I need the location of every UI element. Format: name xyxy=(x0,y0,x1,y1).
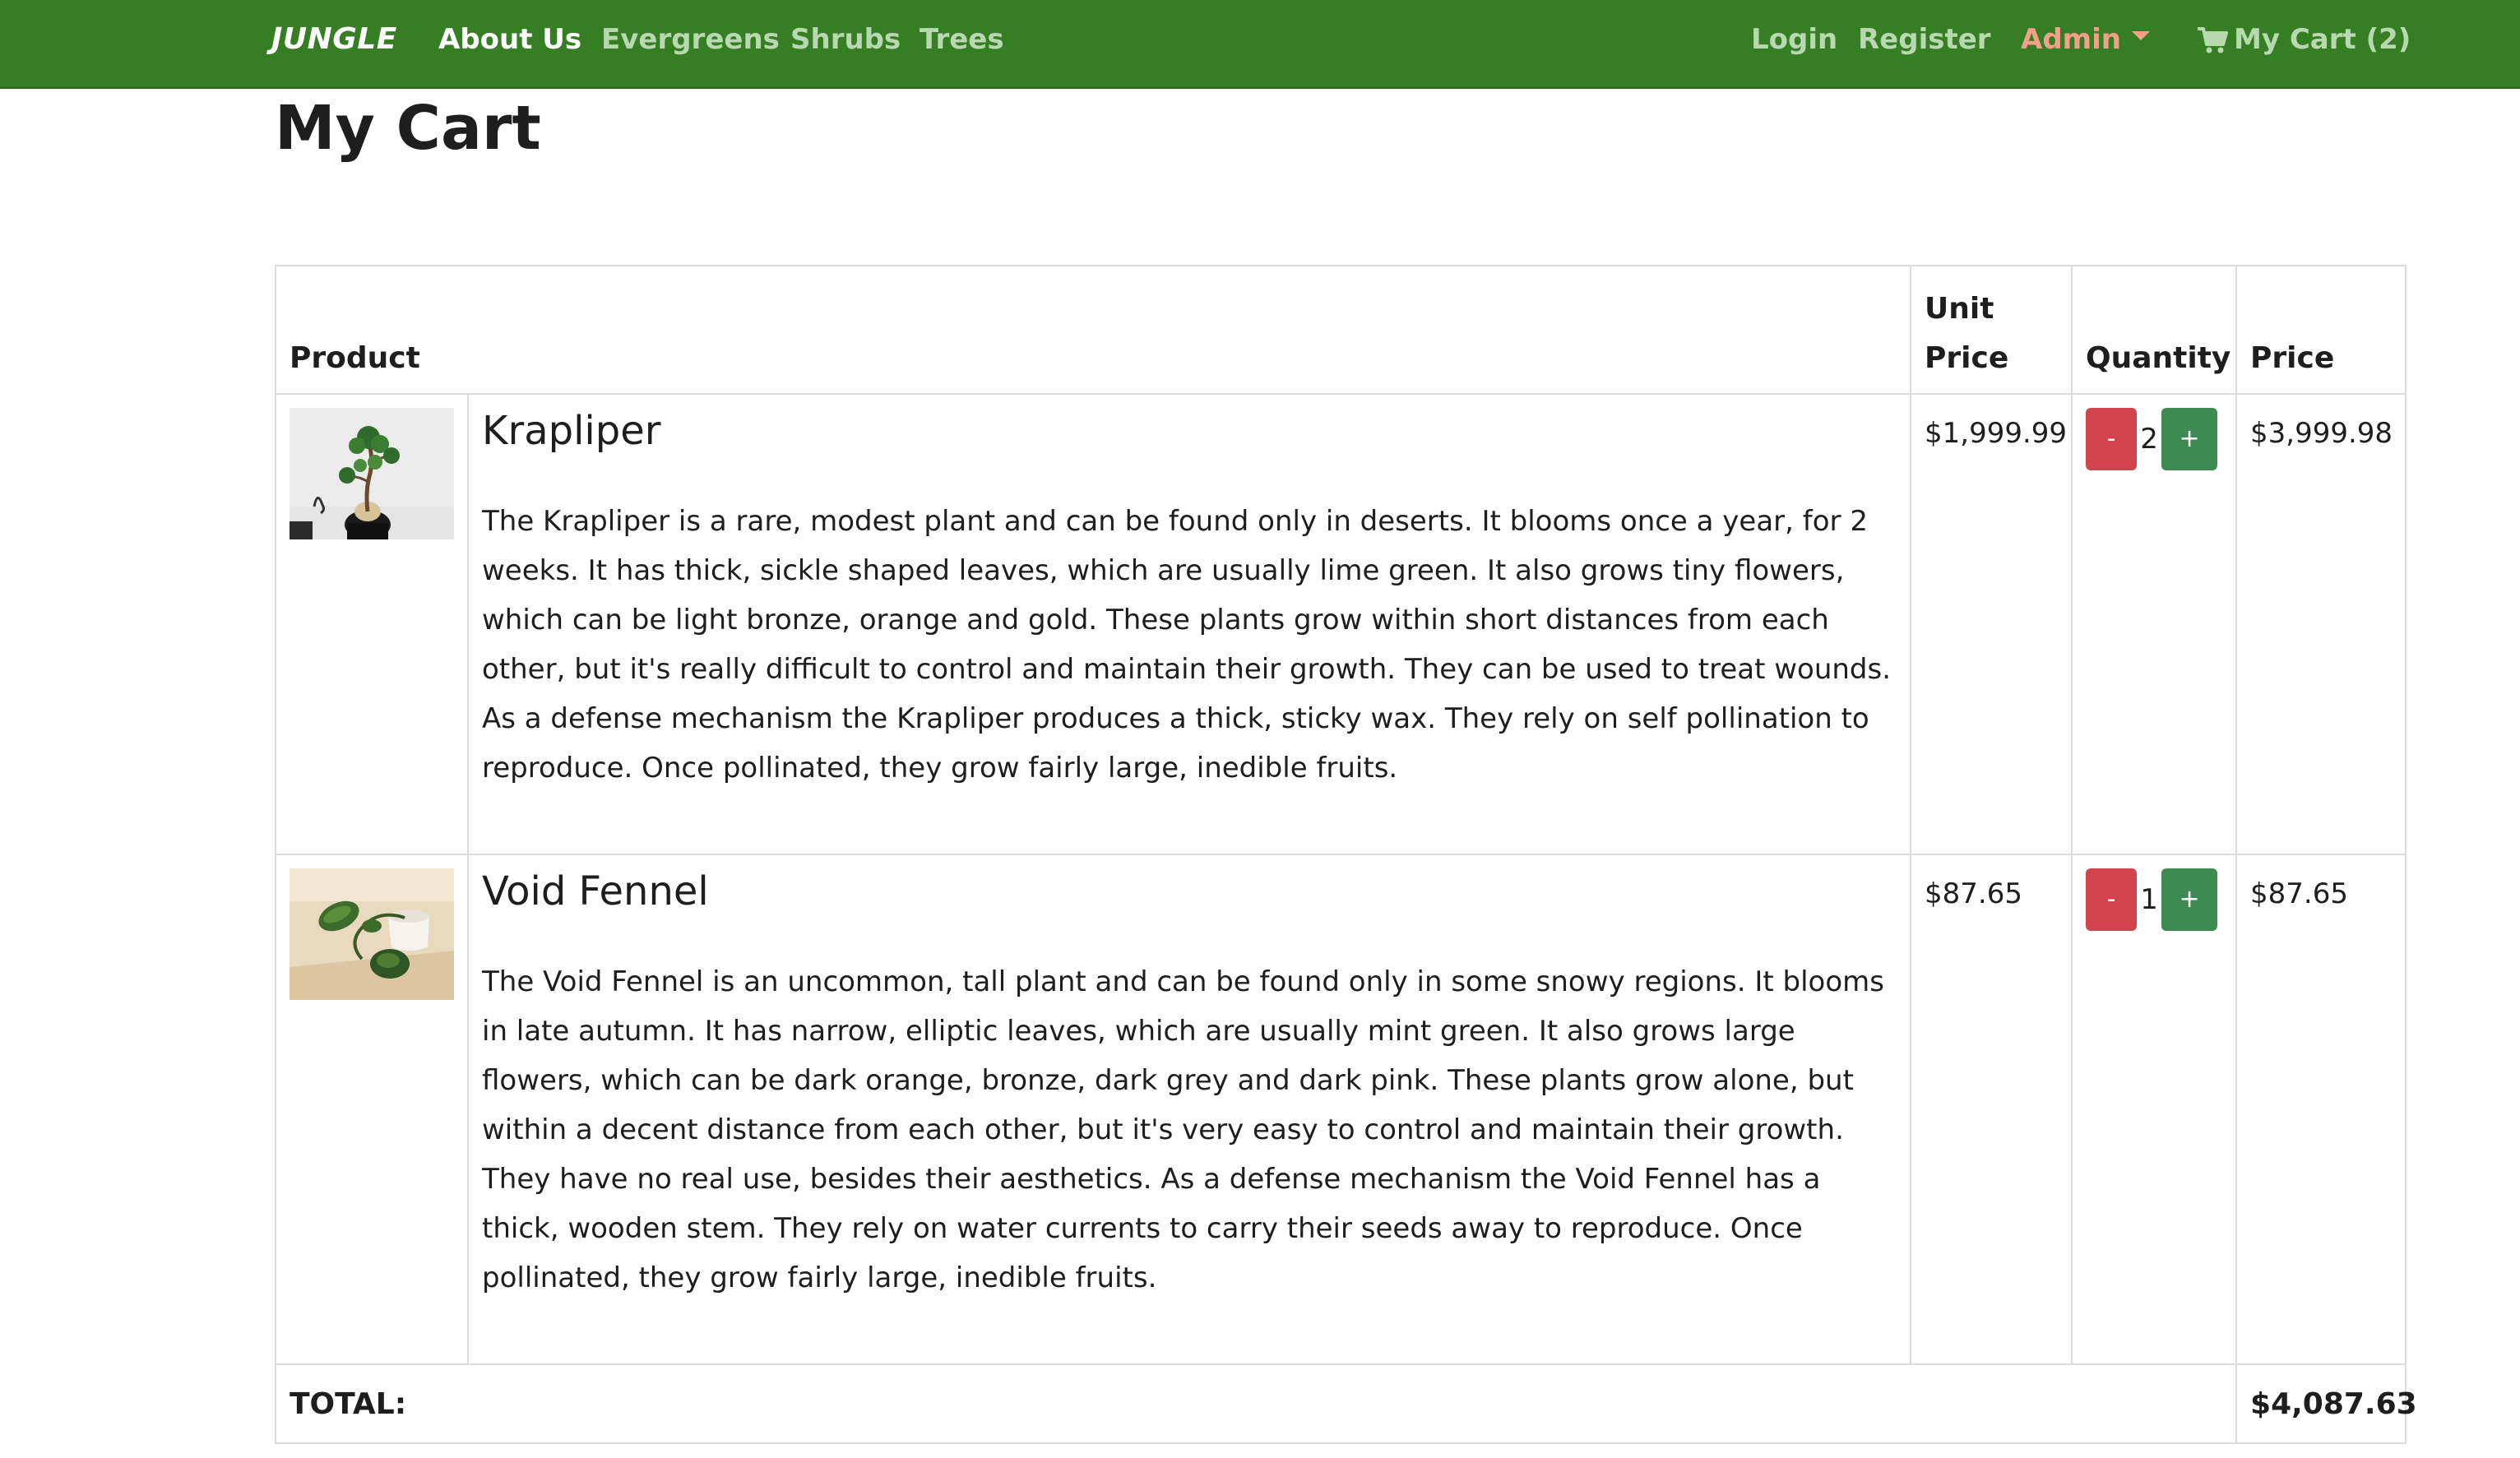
total-label: TOTAL: xyxy=(274,1363,2238,1444)
brand-logo[interactable]: JUNGLE xyxy=(271,18,397,61)
header-quantity: Quantity xyxy=(2071,265,2238,395)
header-price: Price xyxy=(2235,265,2407,395)
product-name[interactable]: Void Fennel xyxy=(482,865,1897,918)
top-navbar: JUNGLE About Us Evergreens Shrubs Trees … xyxy=(0,0,2520,89)
line-price: $3,999.98 xyxy=(2235,393,2407,855)
product-description-cell: Krapliper The Krapliper is a rare, modes… xyxy=(466,393,1912,855)
product-image-vine[interactable] xyxy=(290,868,454,1000)
page-title: My Cart xyxy=(275,93,541,164)
product-image-cell xyxy=(275,393,469,855)
header-unit-price: Unit Price xyxy=(1910,265,2073,395)
unit-price: $1,999.99 xyxy=(1910,393,2073,855)
total-row: TOTAL: $4,087.63 xyxy=(274,1363,2417,1444)
quantity-value: 2 xyxy=(2140,423,2158,456)
decrease-quantity-button[interactable]: - xyxy=(2086,868,2138,931)
increase-quantity-button[interactable]: + xyxy=(2161,868,2218,931)
quantity-stepper: - 2 + xyxy=(2086,408,2224,470)
caret-down-icon[interactable] xyxy=(2132,31,2150,40)
cart-table: Product Unit Price Quantity Price Krapli… xyxy=(274,265,2417,1444)
total-value: $4,087.63 xyxy=(2235,1363,2417,1444)
nav-shrubs[interactable]: Shrubs xyxy=(790,18,901,61)
product-description: The Void Fennel is an uncommon, tall pla… xyxy=(482,965,1884,1294)
line-price: $87.65 xyxy=(2235,854,2407,1365)
nav-evergreens[interactable]: Evergreens xyxy=(601,18,780,61)
product-image-bonsai[interactable] xyxy=(290,408,454,539)
quantity-stepper: - 1 + xyxy=(2086,868,2224,931)
unit-price: $87.65 xyxy=(1910,854,2073,1365)
nav-login[interactable]: Login xyxy=(1751,18,1837,61)
product-image-cell xyxy=(275,854,469,1365)
table-header-row: Product Unit Price Quantity Price xyxy=(274,265,2407,395)
quantity-value: 1 xyxy=(2140,883,2158,916)
increase-quantity-button[interactable]: + xyxy=(2161,408,2218,470)
table-row: Void Fennel The Void Fennel is an uncomm… xyxy=(275,854,2407,1365)
shopping-cart-icon[interactable] xyxy=(2198,26,2229,54)
nav-my-cart[interactable]: My Cart (2) xyxy=(2234,18,2411,61)
nav-trees[interactable]: Trees xyxy=(920,18,1004,61)
nav-admin-dropdown[interactable]: Admin xyxy=(2021,18,2121,61)
nav-register[interactable]: Register xyxy=(1858,18,1991,61)
header-unit-price-line1: Unit xyxy=(1925,292,1994,326)
header-product: Product xyxy=(274,265,1912,395)
table-row: Krapliper The Krapliper is a rare, modes… xyxy=(275,393,2407,855)
quantity-cell: - 2 + xyxy=(2071,393,2238,855)
product-name[interactable]: Krapliper xyxy=(482,405,1897,457)
nav-about-us[interactable]: About Us xyxy=(438,18,581,61)
product-description: The Krapliper is a rare, modest plant an… xyxy=(482,505,1892,785)
product-description-cell: Void Fennel The Void Fennel is an uncomm… xyxy=(466,854,1912,1365)
decrease-quantity-button[interactable]: - xyxy=(2086,408,2138,470)
header-unit-price-line2: Price xyxy=(1925,341,2009,375)
quantity-cell: - 1 + xyxy=(2071,854,2238,1365)
